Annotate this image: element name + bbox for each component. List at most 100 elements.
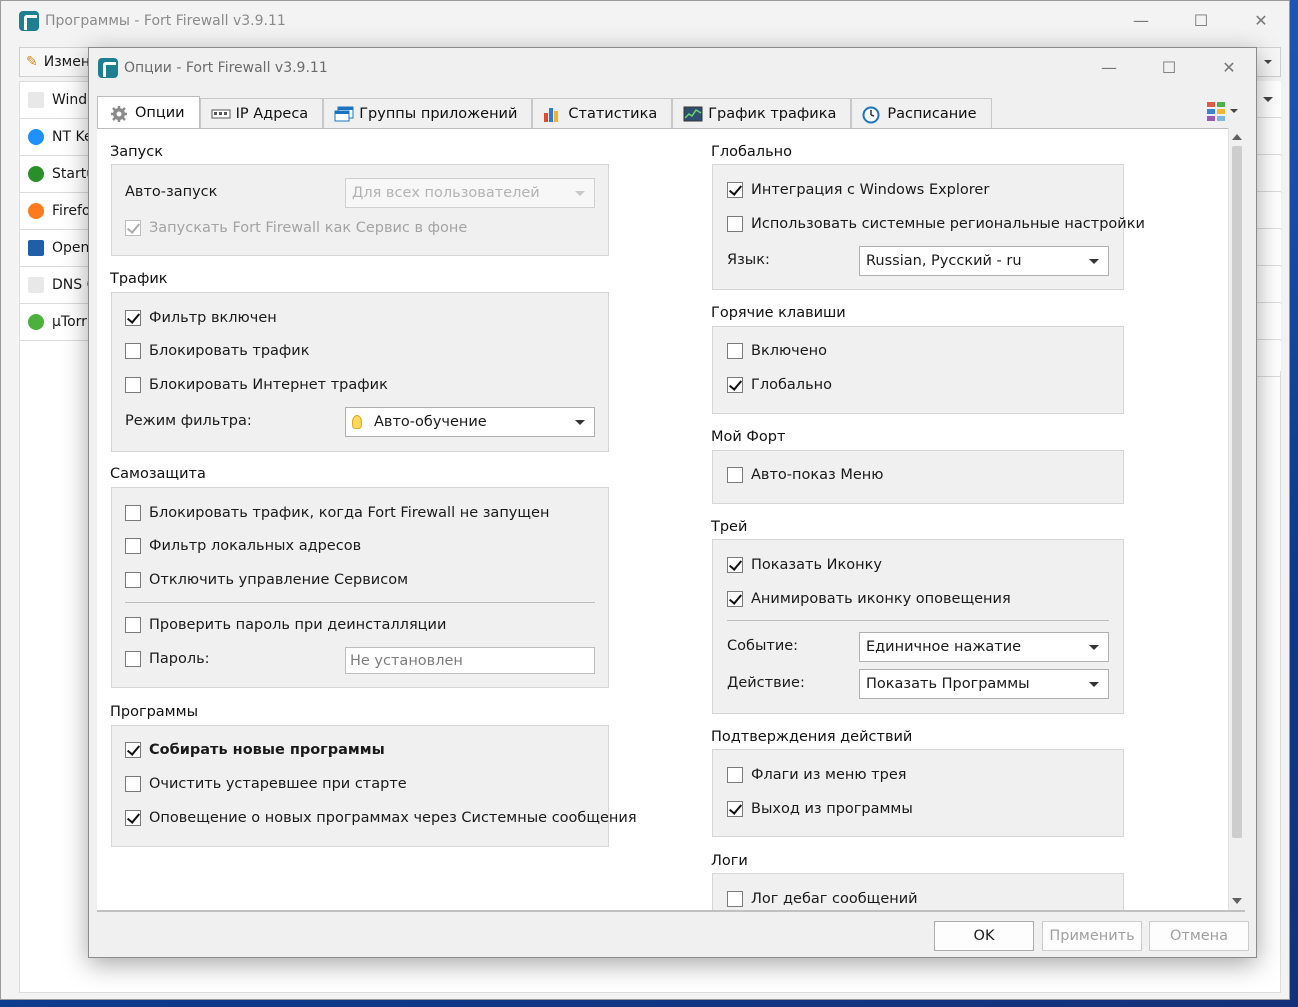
collect-new-label: Собирать новые программы: [149, 742, 385, 758]
purge-on-start-row[interactable]: Очистить устаревшее при старте: [125, 776, 407, 792]
layout-menu-button[interactable]: [1207, 100, 1241, 122]
explorer-integration-checkbox[interactable]: [727, 182, 743, 198]
purge-on-start-checkbox[interactable]: [125, 776, 141, 792]
gear-icon: [110, 105, 128, 122]
scroll-down-arrow[interactable]: [1232, 898, 1242, 904]
animate-icon-label: Анимировать иконку оповещения: [751, 591, 1011, 607]
hotkeys-global-checkbox[interactable]: [727, 377, 743, 393]
service-checkbox-row[interactable]: Запускать Fort Firewall как Сервис в фон…: [125, 220, 467, 236]
minimize-icon[interactable]: —: [1111, 1, 1171, 39]
block-traffic-checkbox[interactable]: [125, 343, 141, 359]
hotkeys-global-label: Глобально: [751, 377, 832, 393]
apply-button[interactable]: Применить: [1042, 921, 1142, 951]
ok-button[interactable]: OK: [934, 921, 1034, 951]
check-password-checkbox[interactable]: [125, 617, 141, 633]
tray-flags-confirm-row[interactable]: Флаги из меню трея: [727, 767, 906, 783]
exit-confirm-checkbox[interactable]: [727, 801, 743, 817]
tab-network-card[interactable]: IP Адреса: [199, 98, 324, 128]
block-inet-label: Блокировать Интернет трафик: [149, 377, 388, 393]
close-icon[interactable]: ✕: [1231, 1, 1291, 39]
hotkeys-enabled-label: Включено: [751, 343, 828, 359]
regional-settings-checkbox[interactable]: [727, 216, 743, 232]
filter-local-row[interactable]: Фильтр локальных адресов: [125, 538, 361, 554]
check-password-row[interactable]: Проверить пароль при деинсталляции: [125, 617, 446, 633]
show-icon-checkbox[interactable]: [727, 557, 743, 573]
filter-enabled-checkbox[interactable]: [125, 310, 141, 326]
block-inet-checkbox[interactable]: [125, 377, 141, 393]
tray-action-combo[interactable]: Показать Программы: [859, 669, 1109, 699]
collect-new-checkbox[interactable]: [125, 742, 141, 758]
filter-enabled-row[interactable]: Фильтр включен: [125, 310, 277, 326]
autoshow-menu-row[interactable]: Авто-показ Меню: [727, 467, 883, 483]
scrollbar-thumb[interactable]: [1232, 146, 1242, 838]
disable-service-row[interactable]: Отключить управление Сервисом: [125, 572, 408, 588]
exit-confirm-row[interactable]: Выход из программы: [727, 801, 913, 817]
notify-new-label: Оповещение о новых программах через Сист…: [149, 810, 637, 826]
hotkeys-enabled-checkbox[interactable]: [727, 343, 743, 359]
notify-new-row[interactable]: Оповещение о новых программах через Сист…: [125, 810, 637, 826]
tray-event-value: Единичное нажатие: [866, 639, 1022, 655]
explorer-integration-row[interactable]: Интеграция с Windows Explorer: [727, 182, 989, 198]
power-icon: [28, 166, 44, 182]
close-icon[interactable]: ✕: [1199, 48, 1259, 86]
scroll-up-arrow[interactable]: [1232, 134, 1242, 140]
language-value: Russian, Русский - ru: [866, 253, 1022, 269]
cancel-button[interactable]: Отмена: [1149, 921, 1249, 951]
autostart-combo[interactable]: Для всех пользователей: [345, 178, 595, 208]
tab-bar-chart[interactable]: Статистика: [532, 98, 673, 128]
toolbar-dropdown-arrow[interactable]: [1258, 52, 1278, 72]
language-combo[interactable]: Russian, Русский - ru: [859, 246, 1109, 276]
tab-gear[interactable]: Опции: [97, 96, 200, 128]
debug-log-row[interactable]: Лог дебаг сообщений: [727, 891, 918, 907]
show-icon-row[interactable]: Показать Иконку: [727, 557, 882, 573]
debug-log-checkbox[interactable]: [727, 891, 743, 907]
password-field[interactable]: Не установлен: [345, 647, 595, 674]
tab-label: IP Адреса: [235, 105, 309, 122]
notify-new-checkbox[interactable]: [125, 810, 141, 826]
hotkeys-enabled-row[interactable]: Включено: [727, 343, 827, 359]
list-item-label: NT Ke: [52, 129, 93, 145]
tray-separator: [727, 620, 1109, 621]
password-row[interactable]: Пароль:: [125, 651, 210, 667]
filter-local-checkbox[interactable]: [125, 538, 141, 554]
minimize-icon[interactable]: —: [1079, 48, 1139, 86]
options-vertical-scrollbar[interactable]: [1228, 128, 1245, 910]
bar-chart-icon: [543, 106, 561, 122]
traffic-graph-icon: [683, 106, 703, 122]
animate-icon-checkbox[interactable]: [727, 591, 743, 607]
filter-mode-combo[interactable]: Авто-обучение: [345, 407, 595, 437]
maximize-icon[interactable]: ☐: [1171, 1, 1231, 39]
disable-service-checkbox[interactable]: [125, 572, 141, 588]
myfort-section-title: Мой Форт: [711, 429, 786, 445]
service-checkbox[interactable]: [125, 220, 141, 236]
debug-log-label: Лог дебаг сообщений: [751, 891, 918, 907]
password-checkbox[interactable]: [125, 651, 141, 667]
tray-flags-confirm-checkbox[interactable]: [727, 767, 743, 783]
clock-icon: [862, 106, 880, 123]
maximize-icon[interactable]: ☐: [1139, 48, 1199, 86]
hotkeys-global-row[interactable]: Глобально: [727, 377, 832, 393]
list-header-dropdown[interactable]: [1255, 81, 1281, 118]
collect-new-row[interactable]: Собирать новые программы: [125, 742, 385, 758]
tab-label: Статистика: [568, 105, 658, 122]
tray-event-combo[interactable]: Единичное нажатие: [859, 632, 1109, 662]
explorer-integration-label: Интеграция с Windows Explorer: [751, 182, 990, 198]
regional-settings-row[interactable]: Использовать системные региональные наст…: [727, 216, 1145, 232]
tab-window-group[interactable]: Группы приложений: [323, 98, 533, 128]
block-not-running-row[interactable]: Блокировать трафик, когда Fort Firewall …: [125, 505, 549, 521]
list-item-label: Open: [52, 240, 90, 256]
programs-window-titlebar: Программы - Fort Firewall v3.9.11 — ☐ ✕: [1, 1, 1289, 41]
check-password-label: Проверить пароль при деинсталляции: [149, 617, 447, 633]
block-traffic-row[interactable]: Блокировать трафик: [125, 343, 310, 359]
tray-event-label: Событие:: [727, 638, 799, 654]
tab-clock[interactable]: Расписание: [851, 98, 992, 128]
animate-icon-row[interactable]: Анимировать иконку оповещения: [727, 591, 1011, 607]
block-inet-row[interactable]: Блокировать Интернет трафик: [125, 377, 388, 393]
block-not-running-checkbox[interactable]: [125, 505, 141, 521]
chevron-down-icon: [1089, 259, 1099, 264]
tab-label: График трафика: [708, 105, 837, 122]
autoshow-menu-checkbox[interactable]: [727, 467, 743, 483]
tab-traffic-graph[interactable]: График трафика: [672, 98, 852, 128]
hotkeys-section-title: Горячие клавиши: [711, 305, 846, 321]
pencil-icon: ✎: [26, 54, 38, 70]
